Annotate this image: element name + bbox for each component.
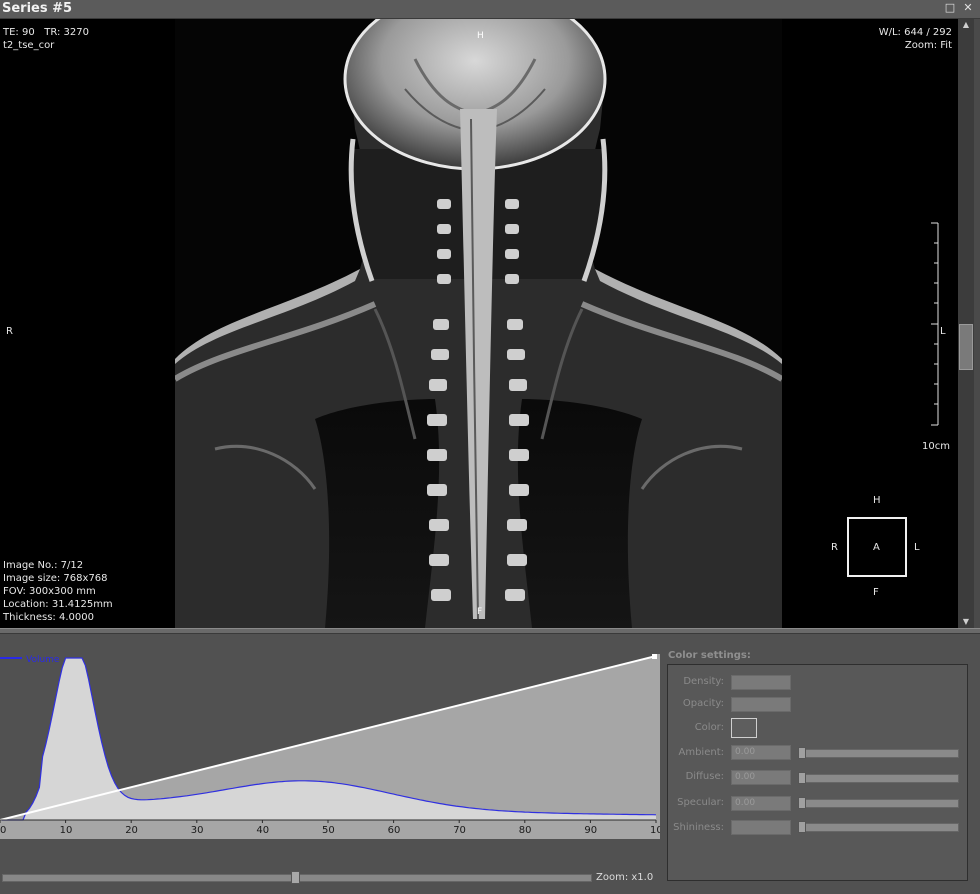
orientation-cube[interactable]: A [847,517,907,577]
scroll-down-icon[interactable]: ▼ [958,616,974,628]
ambient-slider-thumb[interactable] [798,747,806,759]
x-tick-label: 80 [519,825,532,836]
close-icon[interactable]: ✕ [962,2,974,14]
ambient-label: Ambient: [678,747,725,758]
specular-label: Specular: [677,797,724,808]
specular-slider-thumb[interactable] [798,797,806,809]
orient-center: A [873,542,880,553]
color-settings-title: Color settings: [668,650,751,661]
vertical-scrollbar[interactable]: ▲ ▼ [958,19,974,628]
color-swatch-button[interactable] [731,718,757,738]
x-tick-label: 60 [388,825,401,836]
x-tick-label: 90 [584,825,597,836]
histogram-chart[interactable]: 0 10 20 30 40 50 60 70 80 90 100 Volume [0,654,660,839]
x-tick-label: 10 [60,825,73,836]
scale-label: 10cm [922,441,950,452]
x-tick-label: 100 [650,825,660,836]
x-tick-label: 40 [256,825,269,836]
x-tick-label: 20 [125,825,138,836]
marker-bottom: F [477,607,482,617]
orient-bottom: F [873,587,879,598]
density-label: Density: [683,676,724,687]
density-field[interactable] [731,675,791,690]
histogram-zoom-thumb[interactable] [291,871,300,884]
marker-top: H [477,31,484,41]
orient-top: H [873,495,881,506]
opacity-field[interactable] [731,697,791,712]
window-title: Series #5 [2,1,73,16]
specular-slider[interactable] [799,799,959,808]
color-label: Color: [694,722,724,733]
specular-field[interactable]: 0.00 [731,796,791,811]
image-info: Image No.: 7/12 Image size: 768x768 FOV:… [3,560,113,623]
orient-right: L [914,542,920,553]
marker-left: R [6,326,13,337]
acquisition-info: TE: 90 TR: 3270 t2_tse_cor [3,27,89,51]
diffuse-field[interactable]: 0.00 [731,770,791,785]
x-tick-label: 0 [0,825,6,836]
shininess-slider-thumb[interactable] [798,821,806,833]
title-bar: Series #5 □ ✕ [0,0,980,19]
ambient-field[interactable]: 0.00 [731,745,791,760]
zoom-label: Zoom: x1.0 [596,872,654,883]
orient-left: R [831,542,838,553]
diffuse-label: Diffuse: [685,771,724,782]
x-tick-label: 70 [453,825,466,836]
scroll-thumb[interactable] [959,324,973,370]
mri-image: H F [175,19,782,628]
x-tick-label: 30 [191,825,204,836]
shininess-label: Shininess: [673,822,724,833]
x-tick-label: 50 [322,825,335,836]
legend-label: Volume [26,655,60,665]
ambient-slider[interactable] [799,749,959,758]
diffuse-slider[interactable] [799,774,959,783]
opacity-label: Opacity: [682,698,724,709]
diffuse-slider-thumb[interactable] [798,772,806,784]
shininess-slider[interactable] [799,823,959,832]
scale-ruler [931,222,939,426]
image-viewer[interactable]: H F TE: 90 TR: 3270 t2_tse_cor W/L: 644 … [0,19,958,628]
scroll-up-icon[interactable]: ▲ [958,19,974,31]
window-level-info: W/L: 644 / 292 Zoom: Fit [878,27,952,51]
maximize-icon[interactable]: □ [944,2,956,14]
shininess-field[interactable] [731,820,791,835]
